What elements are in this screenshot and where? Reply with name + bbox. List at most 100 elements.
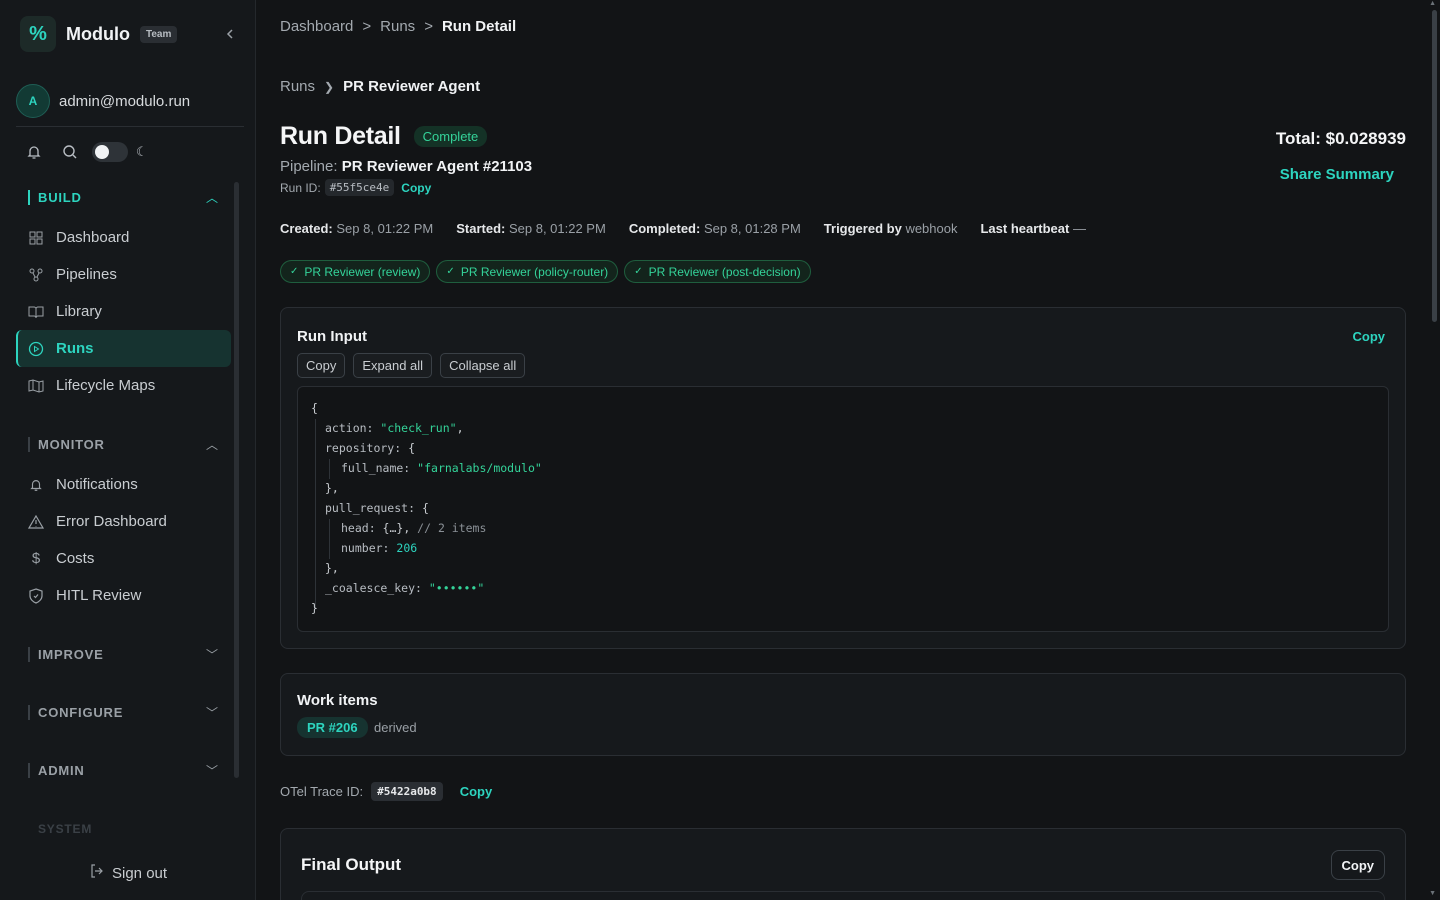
breadcrumb-item[interactable]: Dashboard bbox=[280, 18, 353, 35]
section-configure[interactable]: CONFIGURE ﹀ bbox=[28, 702, 220, 722]
started-value: Sep 8, 01:22 PM bbox=[508, 221, 606, 236]
copy-json-button[interactable]: Copy bbox=[297, 353, 346, 378]
json-line[interactable]: pull_request: { bbox=[325, 498, 429, 518]
stage-label: PR Reviewer (post-decision) bbox=[648, 264, 801, 279]
sidebar-item-library[interactable]: Library bbox=[16, 293, 231, 330]
book-icon bbox=[28, 304, 44, 320]
final-output-copy-button[interactable]: Copy bbox=[1330, 850, 1385, 880]
otel-trace-row: OTel Trace ID: #5422a0b8 Copy bbox=[280, 782, 492, 801]
json-line[interactable]: head: {…}, // 2 items bbox=[341, 518, 486, 538]
theme-toggle[interactable] bbox=[92, 142, 128, 162]
section-label: BUILD bbox=[28, 189, 82, 205]
stage-pill[interactable]: ✓ PR Reviewer (post-decision) bbox=[624, 260, 811, 283]
json-line: full_name: "farnalabs/modulo" bbox=[341, 461, 542, 475]
sidebar-item-notifications[interactable]: Notifications bbox=[16, 466, 231, 503]
breadcrumb-separator: > bbox=[424, 18, 433, 35]
page-scrollbar[interactable] bbox=[1432, 10, 1437, 322]
stage-pill[interactable]: ✓ PR Reviewer (review) bbox=[280, 260, 431, 283]
section-label: ADMIN bbox=[28, 762, 85, 778]
section-label: CONFIGURE bbox=[28, 704, 123, 720]
sign-out-icon bbox=[90, 864, 104, 882]
heartbeat-meta: Last heartbeat — bbox=[980, 221, 1086, 236]
breadcrumb: Dashboard > Runs > Run Detail bbox=[280, 18, 525, 35]
sidebar-tools: ☾ bbox=[24, 142, 148, 162]
json-line: }, bbox=[325, 561, 339, 575]
copy-run-id-button[interactable]: Copy bbox=[401, 181, 431, 195]
sidebar-item-costs[interactable]: $ Costs bbox=[16, 540, 231, 577]
work-item-note: derived bbox=[374, 720, 417, 735]
work-items-title: Work items bbox=[297, 692, 378, 709]
run-input-copy-link[interactable]: Copy bbox=[1353, 329, 1386, 344]
check-icon: ✓ bbox=[446, 266, 455, 277]
sidebar-item-label: Pipelines bbox=[56, 266, 117, 283]
chevron-right-icon: ❯ bbox=[324, 79, 335, 94]
section-improve[interactable]: IMPROVE ﹀ bbox=[28, 644, 220, 664]
avatar: A bbox=[16, 84, 50, 118]
indent-guide bbox=[315, 419, 316, 609]
json-line: number: 206 bbox=[341, 541, 418, 555]
chevron-up-icon: ︿ bbox=[205, 437, 218, 452]
json-line: } bbox=[311, 601, 318, 615]
section-label: IMPROVE bbox=[28, 646, 104, 662]
workflow-icon bbox=[28, 267, 44, 283]
run-input-card: Run Input Copy Copy Expand all Collapse … bbox=[280, 307, 1406, 649]
divider bbox=[16, 126, 244, 127]
brand[interactable]: % Modulo Team bbox=[20, 16, 178, 52]
share-summary-button[interactable]: Share Summary bbox=[1280, 166, 1394, 183]
json-line: _coalesce_key: "••••••" bbox=[325, 581, 485, 595]
sidebar-item-runs[interactable]: Runs bbox=[16, 330, 231, 367]
json-action-value: "check_run" bbox=[380, 421, 457, 435]
team-badge: Team bbox=[139, 25, 178, 43]
section-monitor[interactable]: MONITOR ︿ bbox=[28, 434, 220, 454]
final-output-title: Final Output bbox=[301, 855, 402, 874]
bell-icon[interactable] bbox=[24, 142, 44, 162]
collapse-all-button[interactable]: Collapse all bbox=[440, 353, 526, 378]
json-line: action: "check_run", bbox=[325, 421, 464, 435]
sidebar: % Modulo Team A admin@modulo.run ☾ BUILD… bbox=[0, 0, 256, 900]
sidebar-item-label: Costs bbox=[56, 550, 95, 567]
sidebar-item-error-dashboard[interactable]: Error Dashboard bbox=[16, 503, 231, 540]
section-system[interactable]: SYSTEM bbox=[38, 822, 92, 836]
created-label: Created: bbox=[280, 221, 333, 236]
sidebar-item-hitl-review[interactable]: HITL Review bbox=[16, 577, 231, 614]
check-icon: ✓ bbox=[290, 266, 299, 277]
sidebar-item-lifecycle-maps[interactable]: Lifecycle Maps bbox=[16, 367, 231, 404]
stage-label: PR Reviewer (policy-router) bbox=[460, 264, 609, 279]
json-head-comment: // 2 items bbox=[417, 521, 487, 535]
json-line: { bbox=[311, 401, 318, 415]
sub-breadcrumb-item[interactable]: Runs bbox=[280, 78, 315, 95]
section-build[interactable]: BUILD ︿ bbox=[28, 187, 220, 207]
section-admin[interactable]: ADMIN ﹀ bbox=[28, 760, 220, 780]
sidebar-item-dashboard[interactable]: Dashboard bbox=[16, 219, 231, 256]
sidebar-item-label: HITL Review bbox=[56, 587, 142, 604]
scroll-down-icon[interactable]: ▼ bbox=[1429, 890, 1436, 897]
search-icon[interactable] bbox=[60, 142, 80, 162]
expand-all-button[interactable]: Expand all bbox=[353, 353, 433, 378]
sign-out-button[interactable]: Sign out bbox=[90, 864, 167, 882]
sidebar-scrollbar[interactable] bbox=[234, 182, 239, 778]
otel-trace-id: #5422a0b8 bbox=[371, 782, 443, 801]
json-line[interactable]: repository: { bbox=[325, 438, 415, 458]
sidebar-item-label: Notifications bbox=[56, 476, 138, 493]
user-menu[interactable]: A admin@modulo.run bbox=[16, 84, 190, 118]
logo-icon: % bbox=[20, 16, 56, 52]
created-value: Sep 8, 01:22 PM bbox=[336, 221, 434, 236]
scroll-up-icon[interactable]: ▲ bbox=[1429, 0, 1436, 7]
collapse-sidebar-icon[interactable] bbox=[220, 24, 240, 44]
json-number-value: 206 bbox=[396, 541, 418, 555]
map-icon bbox=[28, 378, 44, 394]
sidebar-item-pipelines[interactable]: Pipelines bbox=[16, 256, 231, 293]
heartbeat-label: Last heartbeat bbox=[980, 221, 1070, 236]
user-email: admin@modulo.run bbox=[59, 92, 191, 110]
breadcrumb-item[interactable]: Runs bbox=[380, 18, 415, 35]
completed-meta: Completed: Sep 8, 01:28 PM bbox=[629, 221, 801, 236]
copy-otel-button[interactable]: Copy bbox=[460, 784, 493, 799]
pipeline-label: Pipeline: bbox=[280, 158, 338, 175]
work-item-tag[interactable]: PR #206 bbox=[297, 717, 368, 738]
pipeline-name[interactable]: PR Reviewer Agent #21103 bbox=[342, 158, 532, 175]
section-label: MONITOR bbox=[28, 436, 105, 452]
final-output-body bbox=[301, 891, 1385, 900]
stage-pill[interactable]: ✓ PR Reviewer (policy-router) bbox=[436, 260, 619, 283]
json-fullname-value: "farnalabs/modulo" bbox=[417, 461, 542, 475]
dollar-icon: $ bbox=[31, 550, 41, 567]
